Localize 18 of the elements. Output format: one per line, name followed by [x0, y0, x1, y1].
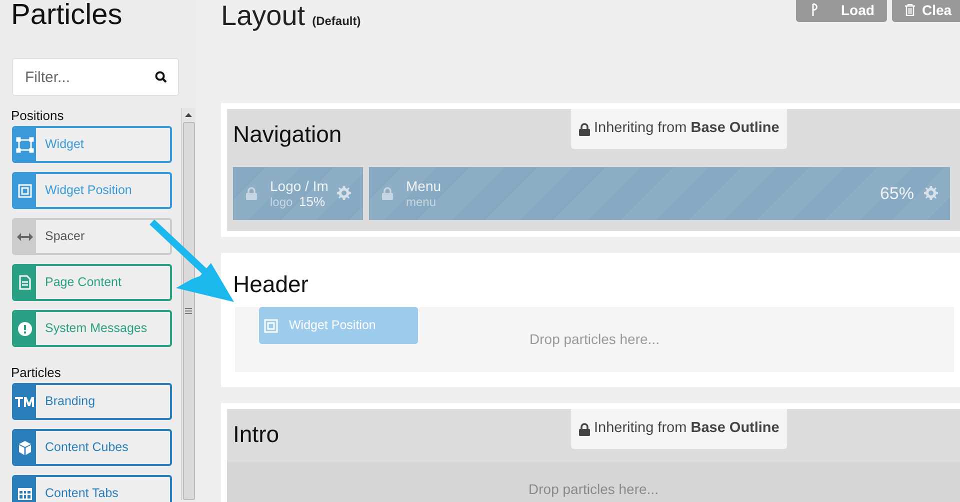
particle-type: logo	[270, 194, 293, 210]
particle-name: Logo / Im	[270, 178, 328, 194]
drop-hint: Drop particles here...	[530, 330, 660, 349]
particle-type: menu	[406, 194, 436, 210]
section-title: Intro	[233, 421, 280, 447]
group-label: Positions	[10, 108, 65, 123]
drop-hint: Drop particles here...	[528, 480, 658, 499]
inheritance-note: Inheriting from Base Outline	[594, 419, 780, 438]
page-title: Layout	[221, 0, 306, 32]
particle-name: Menu	[406, 178, 442, 194]
width-percent: 15%	[299, 194, 326, 210]
section-title: Header	[233, 271, 308, 297]
section-title: Navigation	[233, 121, 342, 147]
width-percent: 65%	[880, 183, 914, 205]
layout-name: (Default)	[312, 13, 361, 30]
inheritance-note: Inheriting from Base Outline	[594, 119, 780, 138]
group-label: Particles	[10, 365, 62, 380]
sidebar-title: Particles	[10, 0, 124, 30]
